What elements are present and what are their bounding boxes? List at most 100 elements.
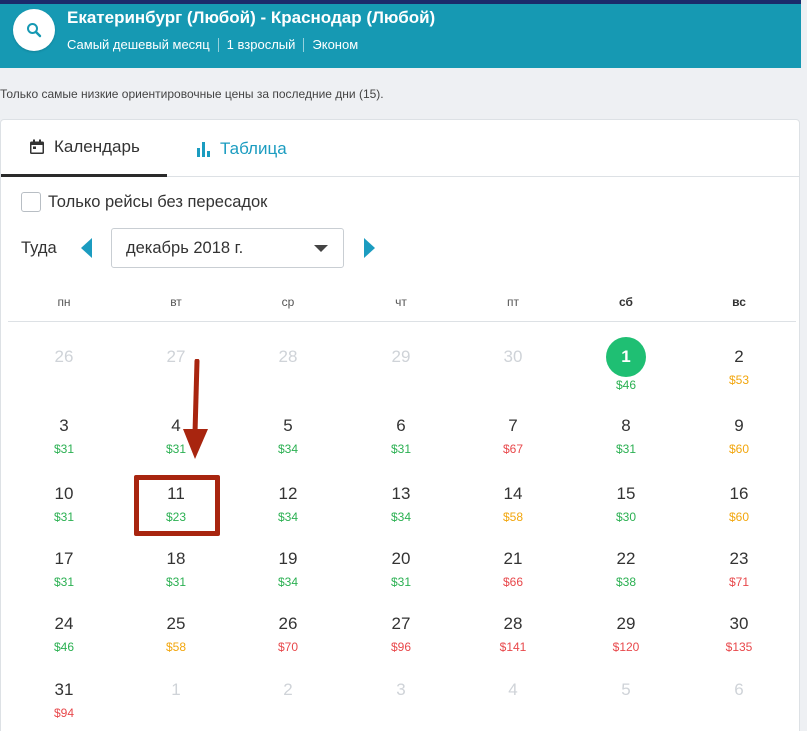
direct-flights-filter[interactable]: Только рейсы без пересадок <box>21 192 267 212</box>
weekday-label: чт <box>395 295 407 309</box>
day-number: 6 <box>396 416 406 435</box>
calendar-day[interactable]: 18 $31 <box>126 548 226 589</box>
weekday-label: сб <box>619 295 633 309</box>
day-number: 13 <box>391 484 411 503</box>
day-price: $58 <box>165 640 187 654</box>
calendar-day[interactable]: 31 $94 <box>14 679 114 720</box>
day-number: 10 <box>54 484 74 503</box>
calendar-day[interactable]: 23 $71 <box>689 548 789 589</box>
day-price: $96 <box>390 640 412 654</box>
calendar-day[interactable]: 5 $34 <box>238 415 338 456</box>
day-number: 30 <box>503 347 523 366</box>
day-number: 1 <box>606 337 646 377</box>
next-month-button[interactable] <box>363 238 375 263</box>
calendar-day[interactable]: 21 $66 <box>463 548 563 589</box>
day-number: 3 <box>59 416 69 435</box>
day-price: $60 <box>728 510 750 524</box>
calendar-day[interactable]: 30 $135 <box>689 613 789 654</box>
tab-table[interactable]: Таблица <box>197 120 287 177</box>
day-price: $31 <box>390 442 412 456</box>
calendar-day[interactable]: 15 $30 <box>576 483 676 524</box>
day-price: $23 <box>165 510 187 524</box>
day-number: 11 <box>167 484 185 503</box>
calendar-day[interactable]: 28 $141 <box>463 613 563 654</box>
day-number: 14 <box>503 484 523 503</box>
calendar-day[interactable]: 29 $120 <box>576 613 676 654</box>
calendar-day[interactable]: 26 $70 <box>238 613 338 654</box>
calendar-day[interactable]: 10 $31 <box>14 483 114 524</box>
day-price: $31 <box>53 510 75 524</box>
day-number: 9 <box>734 416 744 435</box>
calendar-day[interactable]: 3 $31 <box>14 415 114 456</box>
search-icon <box>27 23 42 38</box>
calendar-day[interactable]: 25 $58 <box>126 613 226 654</box>
day-number: 26 <box>54 347 74 366</box>
day-price: $46 <box>615 378 637 392</box>
weekday-label: вс <box>732 295 746 309</box>
day-number: 8 <box>621 416 631 435</box>
calendar-day[interactable]: 20 $31 <box>351 548 451 589</box>
day-number: 12 <box>278 484 298 503</box>
calendar-day: 2 <box>238 679 338 701</box>
day-number: 16 <box>729 484 749 503</box>
search-button[interactable] <box>13 9 55 51</box>
calendar-day[interactable]: 13 $34 <box>351 483 451 524</box>
tab-table-label: Таблица <box>220 138 287 158</box>
calendar-day[interactable]: 7 $67 <box>463 415 563 456</box>
calendar-day[interactable]: 9 $60 <box>689 415 789 456</box>
month-select-value: декабрь 2018 г. <box>126 238 244 257</box>
calendar-day: 4 <box>463 679 563 701</box>
chevron-left-icon <box>81 238 92 258</box>
route-meta[interactable]: Самый дешевый месяц 1 взрослый Эконом <box>67 37 358 52</box>
day-number: 15 <box>616 484 636 503</box>
calendar-day[interactable]: 4 $31 <box>126 415 226 456</box>
calendar-day[interactable]: 11 $23 <box>126 483 226 524</box>
day-number: 28 <box>278 347 298 366</box>
calendar-day[interactable]: 2 $53 <box>689 346 789 387</box>
calendar-day[interactable]: 19 $34 <box>238 548 338 589</box>
calendar-day-selected[interactable]: 1 $46 <box>576 337 676 392</box>
day-price: $70 <box>277 640 299 654</box>
day-number: 1 <box>171 680 181 699</box>
day-number: 28 <box>503 614 523 633</box>
day-number: 2 <box>734 347 744 366</box>
calendar-day[interactable]: 27 $96 <box>351 613 451 654</box>
day-number: 3 <box>396 680 406 699</box>
calendar-day: 6 <box>689 679 789 701</box>
calendar-day[interactable]: 14 $58 <box>463 483 563 524</box>
day-price: $34 <box>277 575 299 589</box>
direction-label: Туда <box>21 239 57 257</box>
month-select[interactable]: декабрь 2018 г. <box>111 228 344 268</box>
day-price: $31 <box>53 442 75 456</box>
weekday-label: пн <box>57 295 71 309</box>
view-tabs: Календарь Таблица <box>1 120 799 177</box>
route-header: Екатеринбург (Любой) - Краснодар (Любой)… <box>0 0 801 68</box>
day-number: 5 <box>283 416 293 435</box>
day-price: $31 <box>615 442 637 456</box>
calendar-day[interactable]: 22 $38 <box>576 548 676 589</box>
day-price: $31 <box>390 575 412 589</box>
calendar-card: Календарь Таблица Только рейсы без перес… <box>0 119 800 731</box>
day-number: 6 <box>734 680 744 699</box>
calendar-day[interactable]: 6 $31 <box>351 415 451 456</box>
direct-flights-checkbox[interactable] <box>21 192 41 212</box>
day-number: 19 <box>278 549 298 568</box>
calendar-day[interactable]: 8 $31 <box>576 415 676 456</box>
day-number: 24 <box>54 614 74 633</box>
passengers-label: 1 взрослый <box>226 37 296 52</box>
calendar-day[interactable]: 12 $34 <box>238 483 338 524</box>
day-number: 17 <box>54 549 74 568</box>
prev-month-button[interactable] <box>81 238 93 263</box>
day-price: $58 <box>502 510 524 524</box>
calendar-icon <box>29 139 45 155</box>
calendar-day: 29 <box>351 346 451 368</box>
calendar-day[interactable]: 24 $46 <box>14 613 114 654</box>
calendar-day[interactable]: 16 $60 <box>689 483 789 524</box>
calendar-day[interactable]: 17 $31 <box>14 548 114 589</box>
route-title[interactable]: Екатеринбург (Любой) - Краснодар (Любой) <box>67 8 435 28</box>
day-number: 4 <box>508 680 518 699</box>
day-number: 23 <box>729 549 749 568</box>
day-number: 2 <box>283 680 293 699</box>
bar-chart-icon <box>197 141 211 157</box>
tab-calendar[interactable]: Календарь <box>1 120 167 177</box>
